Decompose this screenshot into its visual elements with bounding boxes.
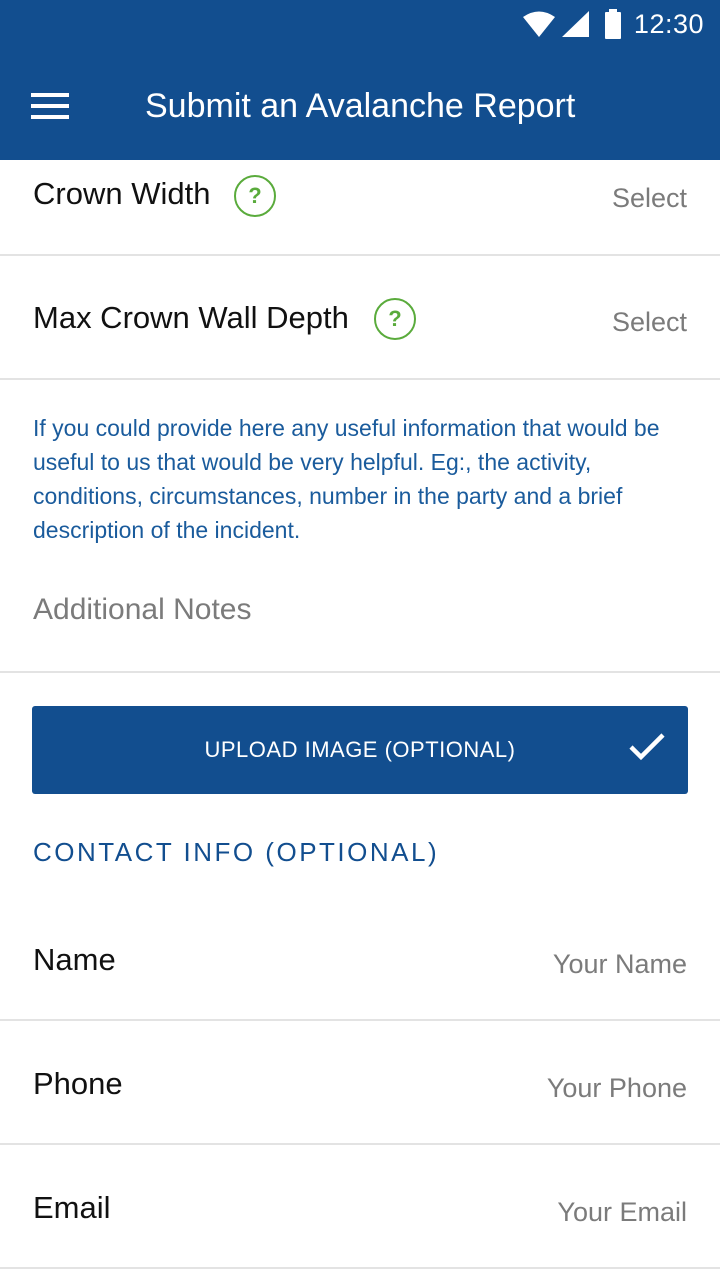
status-bar: 12:30 [0, 0, 720, 48]
check-icon [628, 732, 666, 767]
email-input[interactable]: Your Email [557, 1197, 687, 1228]
upload-image-label: UPLOAD IMAGE (OPTIONAL) [204, 737, 516, 762]
cell-signal-icon [560, 10, 590, 38]
max-crown-wall-depth-label: Max Crown Wall Depth [33, 300, 349, 335]
max-crown-wall-depth-select[interactable]: Select [612, 307, 687, 338]
upload-image-button[interactable]: UPLOAD IMAGE (OPTIONAL) [32, 706, 688, 794]
max-crown-wall-depth-row[interactable]: Max Crown Wall Depth ? Select [0, 256, 720, 380]
status-time: 12:30 [633, 8, 704, 39]
divider [0, 671, 720, 673]
phone-label: Phone [33, 1066, 123, 1101]
help-icon[interactable]: ? [234, 175, 276, 217]
wifi-icon [522, 10, 556, 38]
phone-input[interactable]: Your Phone [547, 1073, 687, 1104]
email-label: Email [33, 1190, 111, 1225]
hamburger-menu-icon[interactable] [22, 78, 78, 134]
name-input[interactable]: Your Name [553, 949, 687, 980]
name-label: Name [33, 942, 116, 977]
email-row[interactable]: Email Your Email [0, 1145, 720, 1269]
app-bar: 12:30 Submit an Avalanche Report [0, 0, 720, 160]
help-icon[interactable]: ? [374, 298, 416, 340]
page-title: Submit an Avalanche Report [145, 87, 576, 125]
status-icons: 12:30 [522, 8, 704, 40]
crown-width-label: Crown Width [33, 176, 211, 211]
name-row[interactable]: Name Your Name [0, 897, 720, 1021]
crown-width-row[interactable]: Crown Width ? Select [0, 160, 720, 256]
contact-info-heading: CONTACT INFO (OPTIONAL) [33, 837, 440, 867]
info-text: If you could provide here any useful inf… [33, 415, 660, 543]
crown-width-select[interactable]: Select [612, 183, 687, 214]
phone-row[interactable]: Phone Your Phone [0, 1021, 720, 1145]
additional-notes-input[interactable]: Additional Notes [33, 593, 251, 627]
battery-icon [604, 9, 622, 39]
